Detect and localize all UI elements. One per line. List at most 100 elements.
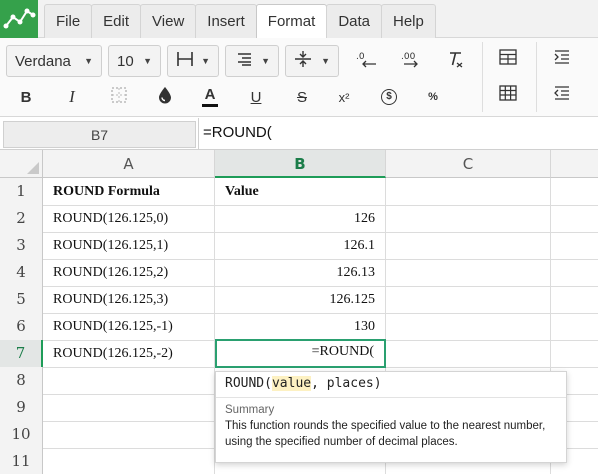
decrease-decimal-icon: .0 <box>355 50 377 72</box>
cell-c7[interactable] <box>386 340 551 368</box>
strikethrough-button[interactable]: S <box>288 83 316 111</box>
cell-overflow[interactable] <box>551 205 598 233</box>
table-grid-button[interactable] <box>494 81 522 109</box>
row-header[interactable]: 8 <box>0 367 43 395</box>
superscript-button[interactable]: x² <box>330 83 358 111</box>
fill-color-button[interactable] <box>151 83 179 111</box>
font-family-select[interactable]: Verdana ▼ <box>6 45 102 77</box>
clear-format-button[interactable] <box>442 47 470 75</box>
menu-list: File Edit View Insert Format Data Help <box>44 4 436 39</box>
cell-b2[interactable]: 126 <box>215 205 386 233</box>
cell-b1[interactable]: Value <box>215 178 386 206</box>
cell-c6[interactable] <box>386 313 551 341</box>
row-header[interactable]: 9 <box>0 394 43 422</box>
name-box[interactable]: B7 <box>3 121 196 148</box>
cell-b4[interactable]: 126.13 <box>215 259 386 287</box>
fill-color-icon <box>157 86 173 108</box>
cell-borders-icon <box>111 87 127 107</box>
function-remaining-args: , places) <box>311 376 382 391</box>
menu-format[interactable]: Format <box>255 4 328 39</box>
cell-overflow[interactable] <box>551 232 598 260</box>
chevron-down-icon: ▼ <box>321 56 330 66</box>
svg-text:.00: .00 <box>401 52 416 62</box>
active-cell-b7[interactable]: =ROUND( <box>215 339 386 368</box>
underline-icon: U <box>250 88 262 106</box>
cell-overflow[interactable] <box>551 340 598 368</box>
vertical-align-dropdown[interactable]: ▼ <box>285 45 339 77</box>
align-dropdown[interactable]: ▼ <box>225 45 279 77</box>
italic-button[interactable]: I <box>58 83 86 111</box>
cell-a4[interactable]: ROUND(126.125,2) <box>43 259 215 287</box>
current-argument: value <box>271 376 312 391</box>
column-header-b[interactable]: B <box>215 150 386 178</box>
cell-overflow[interactable] <box>551 259 598 287</box>
row-header[interactable]: 10 <box>0 421 43 449</box>
formula-input[interactable]: =ROUND( <box>203 118 272 150</box>
menu-edit[interactable]: Edit <box>91 4 142 38</box>
percent-button[interactable]: % <box>419 83 447 111</box>
cell-c1[interactable] <box>386 178 551 206</box>
bold-button[interactable]: B <box>12 83 40 111</box>
cell-overflow[interactable] <box>551 286 598 314</box>
row-header[interactable]: 3 <box>0 232 43 260</box>
cell-a6[interactable]: ROUND(126.125,-1) <box>43 313 215 341</box>
column-header-c[interactable]: C <box>386 150 551 178</box>
indent-button[interactable] <box>548 45 576 73</box>
menu-help[interactable]: Help <box>381 4 436 38</box>
increase-decimal-button[interactable]: .00 <box>397 47 425 75</box>
borders-icon <box>176 51 194 71</box>
row-header[interactable]: 4 <box>0 259 43 287</box>
cell-b3[interactable]: 126.1 <box>215 232 386 260</box>
cell-b5[interactable]: 126.125 <box>215 286 386 314</box>
clear-format-icon <box>446 50 466 73</box>
row-header[interactable]: 6 <box>0 313 43 341</box>
cell-b6[interactable]: 130 <box>215 313 386 341</box>
cell-a3[interactable]: ROUND(126.125,1) <box>43 232 215 260</box>
indent-icon <box>554 50 570 68</box>
menu-insert[interactable]: Insert <box>195 4 257 38</box>
insert-table-button[interactable] <box>494 45 522 73</box>
cell-a5[interactable]: ROUND(126.125,3) <box>43 286 215 314</box>
cell-a1[interactable]: ROUND Formula <box>43 178 215 206</box>
currency-button[interactable]: $ <box>375 83 403 111</box>
row-header[interactable]: 2 <box>0 205 43 233</box>
row-header[interactable]: 1 <box>0 178 43 206</box>
bold-icon: B <box>20 88 32 106</box>
cell-borders-button[interactable] <box>105 83 133 111</box>
chevron-down-icon: ▼ <box>201 56 210 66</box>
column-header-a[interactable]: A <box>43 150 215 178</box>
text-color-icon: A <box>204 86 216 103</box>
row-header[interactable]: 7 <box>0 340 43 368</box>
select-all-corner[interactable] <box>0 150 43 178</box>
outdent-button[interactable] <box>548 81 576 109</box>
cell-overflow[interactable] <box>551 313 598 341</box>
underline-button[interactable]: U <box>242 83 270 111</box>
cell-c2[interactable] <box>386 205 551 233</box>
cell-a8[interactable] <box>43 367 215 395</box>
cell-c5[interactable] <box>386 286 551 314</box>
text-color-swatch <box>202 104 218 107</box>
menu-view[interactable]: View <box>140 4 197 38</box>
cell-a10[interactable] <box>43 421 215 449</box>
menu-file[interactable]: File <box>44 4 93 38</box>
cell-a9[interactable] <box>43 394 215 422</box>
function-signature: ROUND(value, places) <box>216 372 566 398</box>
cell-c3[interactable] <box>386 232 551 260</box>
cell-a7[interactable]: ROUND(126.125,-2) <box>43 340 215 368</box>
text-color-button[interactable]: A <box>196 83 224 111</box>
font-family-value: Verdana <box>15 52 71 70</box>
decrease-decimal-button[interactable]: .0 <box>352 47 380 75</box>
table-grid-icon <box>499 85 517 105</box>
cell-a2[interactable]: ROUND(126.125,0) <box>43 205 215 233</box>
function-name: ROUND( <box>225 376 272 391</box>
cell-c4[interactable] <box>386 259 551 287</box>
vertical-align-icon <box>294 50 312 72</box>
row-header[interactable]: 11 <box>0 448 43 474</box>
font-size-select[interactable]: 10 ▼ <box>108 45 161 77</box>
borders-dropdown[interactable]: ▼ <box>167 45 219 77</box>
cell-a11[interactable] <box>43 448 215 474</box>
row-header[interactable]: 5 <box>0 286 43 314</box>
formula-bar-divider <box>198 118 199 150</box>
cell-overflow[interactable] <box>551 178 598 206</box>
menu-data[interactable]: Data <box>326 4 382 38</box>
